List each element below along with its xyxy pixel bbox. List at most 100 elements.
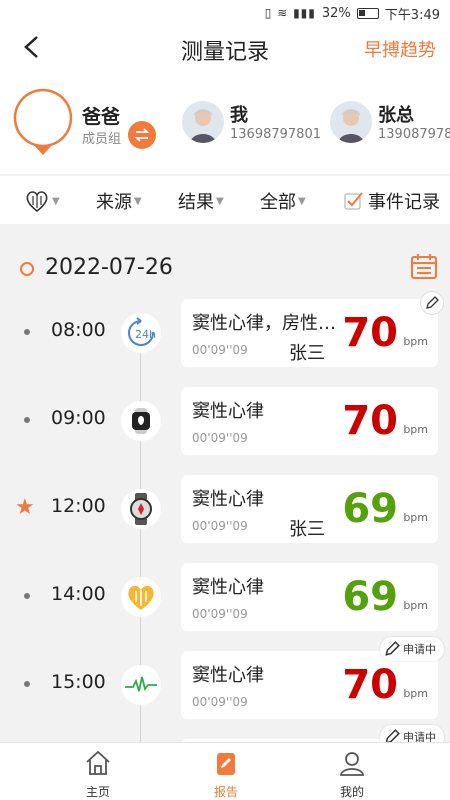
timeline-dot bbox=[24, 593, 30, 599]
star-icon: ★ bbox=[15, 495, 35, 520]
event-record-checkbox[interactable]: 事件记录 bbox=[344, 188, 440, 214]
avatar bbox=[182, 101, 224, 143]
source-filter-label: 来源 bbox=[96, 192, 132, 213]
avatar bbox=[330, 101, 372, 143]
scope-filter-label: 全部 bbox=[260, 192, 296, 213]
member-phone: 139087978 bbox=[378, 127, 450, 142]
heart-rate-unit: bpm bbox=[403, 511, 428, 524]
member-switcher: 爸爸 成员组 我 13698797801 张总 139087978 bbox=[0, 70, 450, 174]
pen-icon bbox=[385, 641, 400, 656]
heart-rate-value: 69 bbox=[342, 486, 398, 532]
status-bar: ▯ ≋ ▮▮▮ 32% 下午3:49 bbox=[0, 0, 450, 26]
apple-watch-icon bbox=[121, 401, 161, 441]
heart-rate-unit: bpm bbox=[403, 599, 428, 612]
heart-rate-value: 70 bbox=[342, 398, 398, 444]
profile-icon bbox=[339, 752, 365, 776]
heart-rate-unit: bpm bbox=[403, 423, 428, 436]
clock: 下午3:49 bbox=[384, 7, 440, 23]
heart-rate-value: 70 bbox=[342, 662, 398, 708]
record-time: 08:00 bbox=[51, 319, 106, 341]
heart-rate-value: 70 bbox=[342, 310, 398, 356]
record-result: 窦性心律 bbox=[192, 577, 264, 598]
record-duration: 00'09''09 bbox=[192, 607, 248, 621]
home-icon bbox=[86, 750, 110, 775]
result-filter-label: 结果 bbox=[178, 192, 214, 213]
signal-icons: ▯ ≋ ▮▮▮ bbox=[264, 6, 316, 20]
battery-icon bbox=[356, 7, 379, 19]
record-card[interactable]: 窦性心律，房性… 00'09''09 张三 70 bpm bbox=[181, 291, 444, 367]
record-card[interactable]: 窦性心律 00'09''09 70 bpm bbox=[181, 387, 438, 455]
record-duration: 00'09''09 bbox=[192, 695, 248, 709]
top-bar: 测量记录 早搏趋势 bbox=[0, 26, 450, 70]
record-card[interactable]: 窦性心律 00'09''09 70 bpm 申请中 bbox=[181, 637, 444, 719]
member-name: 我 bbox=[230, 105, 248, 126]
current-member-name[interactable]: 爸爸 bbox=[82, 102, 120, 129]
member-item[interactable]: 我 13698797801 bbox=[182, 99, 332, 145]
record-card[interactable]: 窦性心律 00'09''09 张三 69 bpm bbox=[181, 475, 438, 543]
tab-report-label: 报告 bbox=[213, 785, 238, 799]
timeline-dot bbox=[24, 681, 30, 687]
record-result: 窦性心律 bbox=[192, 489, 264, 510]
record-time: 14:00 bbox=[51, 583, 106, 605]
tab-profile-label: 我的 bbox=[339, 785, 364, 799]
result-filter[interactable]: 结果 ▼ bbox=[178, 188, 224, 214]
member-phone: 13698797801 bbox=[230, 127, 321, 142]
tab-home-label: 主页 bbox=[85, 785, 110, 799]
record-operator: 张三 bbox=[289, 343, 325, 364]
filter-bar: ▼ 来源 ▼ 结果 ▼ 全部 ▼ 事件记录 bbox=[0, 176, 450, 224]
report-icon bbox=[217, 753, 235, 775]
record-item[interactable]: 15:00 窦性心律 00'09''09 70 bpm 申请中 bbox=[0, 637, 450, 719]
record-item[interactable]: ★ 12:00 窦性心律 00'09''09 张三 69 bpm bbox=[0, 475, 450, 543]
device-filter[interactable]: ▼ bbox=[24, 188, 60, 214]
record-result: 窦性心律 bbox=[192, 665, 264, 686]
record-card[interactable]: 窦性心律 00'09''09 69 bpm bbox=[181, 563, 438, 631]
chevron-down-icon: ▼ bbox=[298, 195, 306, 207]
heart-icon bbox=[26, 191, 48, 213]
chevron-down-icon: ▼ bbox=[216, 195, 224, 207]
member-item[interactable]: 张总 139087978 bbox=[330, 99, 450, 145]
record-duration: 00'09''09 bbox=[192, 343, 248, 357]
bottom-tab-bar: 主页 报告 我的 bbox=[0, 742, 450, 800]
timeline-dot bbox=[24, 417, 30, 423]
record-time: 12:00 bbox=[51, 495, 106, 517]
date-marker-icon bbox=[20, 262, 34, 276]
calendar-icon[interactable] bbox=[410, 252, 438, 280]
record-item[interactable]: 08:00 24h 窦性心律，房性… 00'09''09 张三 70 bpm bbox=[0, 291, 450, 367]
event-record-label: 事件记录 bbox=[368, 192, 440, 213]
record-time: 09:00 bbox=[51, 407, 106, 429]
pen-icon bbox=[426, 296, 439, 309]
date-header: 2022-07-26 bbox=[20, 250, 438, 290]
heart-rate-unit: bpm bbox=[403, 687, 428, 700]
heart-rate-unit: bpm bbox=[403, 335, 428, 348]
huawei-watch-icon bbox=[121, 489, 161, 529]
battery-percent: 32% bbox=[321, 5, 351, 21]
switch-member-button[interactable] bbox=[128, 121, 156, 149]
ecg-wave-icon bbox=[121, 665, 161, 705]
record-operator: 张三 bbox=[289, 519, 325, 540]
checkbox-checked-icon bbox=[344, 192, 363, 210]
chevron-down-icon: ▼ bbox=[134, 195, 142, 207]
applying-badge-label: 申请中 bbox=[403, 643, 436, 656]
tab-report[interactable]: 报告 bbox=[176, 749, 276, 800]
record-result: 窦性心律，房性… bbox=[192, 313, 336, 334]
record-result: 窦性心律 bbox=[192, 401, 264, 422]
swap-icon bbox=[134, 128, 150, 142]
current-member-group: 成员组 bbox=[82, 132, 122, 147]
record-duration: 00'09''09 bbox=[192, 519, 248, 533]
premature-beat-trend-link[interactable]: 早搏趋势 bbox=[364, 36, 436, 62]
tab-profile[interactable]: 我的 bbox=[302, 749, 402, 800]
scope-filter[interactable]: 全部 ▼ bbox=[260, 188, 306, 214]
edit-badge[interactable] bbox=[420, 291, 444, 315]
timeline-dot bbox=[24, 329, 30, 335]
applying-badge[interactable]: 申请中 bbox=[380, 637, 444, 661]
heart-rate-value: 69 bbox=[342, 574, 398, 620]
record-item[interactable]: 09:00 窦性心律 00'09''09 70 bpm bbox=[0, 387, 450, 455]
source-filter[interactable]: 来源 ▼ bbox=[96, 188, 142, 214]
record-time: 15:00 bbox=[51, 671, 106, 693]
record-item[interactable]: 14:00 窦性心律 00'09''09 69 bpm bbox=[0, 563, 450, 631]
tab-home[interactable]: 主页 bbox=[48, 749, 148, 800]
svg-text:24h: 24h bbox=[135, 328, 156, 341]
chevron-down-icon: ▼ bbox=[52, 195, 60, 207]
24h-recorder-icon: 24h bbox=[121, 313, 161, 353]
current-member-pin-icon[interactable] bbox=[12, 87, 74, 157]
